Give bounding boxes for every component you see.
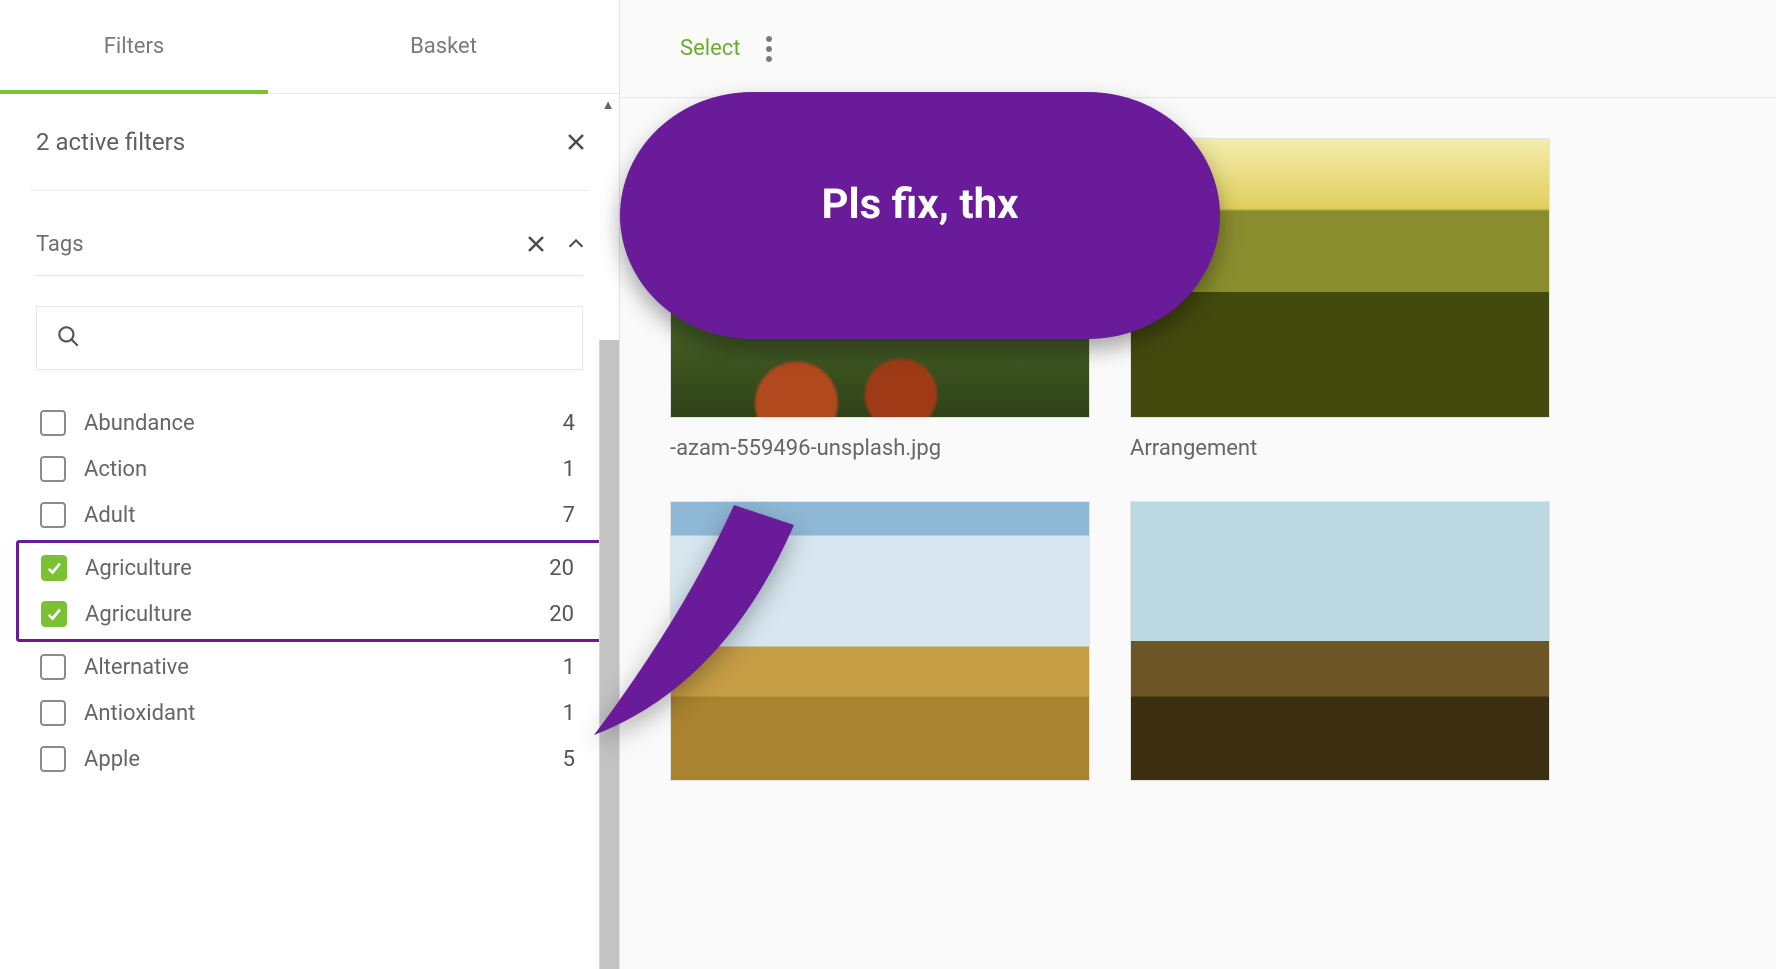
- tag-count: 20: [549, 556, 574, 581]
- sidebar-scrollbar[interactable]: [599, 340, 619, 969]
- tag-count: 5: [563, 747, 575, 772]
- tag-label: Agriculture: [85, 602, 531, 627]
- active-filters-row: 2 active filters: [30, 94, 589, 191]
- tag-row[interactable]: Action 1: [30, 446, 589, 492]
- tag-row[interactable]: Agriculture 20: [31, 545, 588, 591]
- tag-checkbox[interactable]: [41, 555, 67, 581]
- tag-row[interactable]: Antioxidant 1: [30, 690, 589, 736]
- tag-label: Alternative: [84, 655, 545, 680]
- tag-checkbox[interactable]: [41, 601, 67, 627]
- tag-count: 1: [563, 457, 575, 482]
- app-root: Filters Basket ▲ 2 active filters Tags: [0, 0, 1776, 969]
- tag-search-input[interactable]: [95, 327, 564, 350]
- tags-section-header: Tags: [30, 201, 589, 275]
- tag-checkbox[interactable]: [40, 700, 66, 726]
- tag-row[interactable]: Agriculture 20: [31, 591, 588, 637]
- asset-caption: -azam-559496-unsplash.jpg: [670, 436, 1090, 461]
- asset-caption: Arrangement: [1130, 436, 1550, 461]
- clear-all-filters-icon[interactable]: [563, 129, 589, 155]
- clear-tags-icon[interactable]: [523, 231, 549, 257]
- select-button[interactable]: Select: [680, 36, 740, 61]
- tag-checkbox[interactable]: [40, 410, 66, 436]
- tag-count: 4: [563, 411, 575, 436]
- main-area: Select -azam-559496-unsplash.jpg Arrange…: [620, 0, 1776, 969]
- tags-section-title: Tags: [36, 232, 509, 257]
- asset-grid: -azam-559496-unsplash.jpg Arrangement: [620, 98, 1776, 839]
- sidebar-tabs: Filters Basket: [0, 0, 619, 94]
- tag-row[interactable]: Apple 5: [30, 736, 589, 782]
- tab-filters-label: Filters: [104, 34, 165, 59]
- filters-body: 2 active filters Tags: [0, 94, 619, 969]
- section-divider: [36, 275, 583, 276]
- asset-thumbnail[interactable]: [670, 138, 1090, 418]
- tag-count: 1: [563, 655, 575, 680]
- tag-row[interactable]: Adult 7: [30, 492, 589, 538]
- tag-label: Agriculture: [85, 556, 531, 581]
- tag-label: Apple: [84, 747, 545, 772]
- scroll-up-arrow[interactable]: ▲: [599, 96, 617, 114]
- tag-checkbox[interactable]: [40, 746, 66, 772]
- search-icon: [55, 323, 81, 353]
- asset-card[interactable]: [670, 501, 1090, 799]
- tag-search-box[interactable]: [36, 306, 583, 370]
- tag-label: Adult: [84, 503, 545, 528]
- tag-checkbox[interactable]: [40, 502, 66, 528]
- annotation-highlight-box: Agriculture 20 Agriculture 20: [16, 540, 603, 642]
- tag-checkbox[interactable]: [40, 456, 66, 482]
- tab-filters[interactable]: Filters: [0, 0, 268, 93]
- tag-count: 1: [563, 701, 575, 726]
- collapse-tags-icon[interactable]: [563, 231, 589, 257]
- asset-thumbnail[interactable]: [1130, 138, 1550, 418]
- tag-list: Abundance 4 Action 1 Adult 7: [30, 400, 589, 782]
- more-menu-icon[interactable]: [760, 30, 778, 68]
- sidebar: Filters Basket ▲ 2 active filters Tags: [0, 0, 620, 969]
- asset-thumbnail[interactable]: [1130, 501, 1550, 781]
- tag-checkbox[interactable]: [40, 654, 66, 680]
- tag-label: Action: [84, 457, 545, 482]
- active-filters-label: 2 active filters: [36, 128, 185, 156]
- tag-count: 7: [563, 503, 575, 528]
- tab-basket[interactable]: Basket: [268, 0, 619, 93]
- tag-label: Abundance: [84, 411, 545, 436]
- asset-card[interactable]: Arrangement: [1130, 138, 1550, 461]
- tag-count: 20: [549, 602, 574, 627]
- tab-basket-label: Basket: [410, 34, 477, 59]
- tag-row[interactable]: Abundance 4: [30, 400, 589, 446]
- asset-thumbnail[interactable]: [670, 501, 1090, 781]
- tag-label: Antioxidant: [84, 701, 545, 726]
- asset-card[interactable]: -azam-559496-unsplash.jpg: [670, 138, 1090, 461]
- asset-card[interactable]: [1130, 501, 1550, 799]
- tag-row[interactable]: Alternative 1: [30, 644, 589, 690]
- toolbar: Select: [620, 0, 1776, 98]
